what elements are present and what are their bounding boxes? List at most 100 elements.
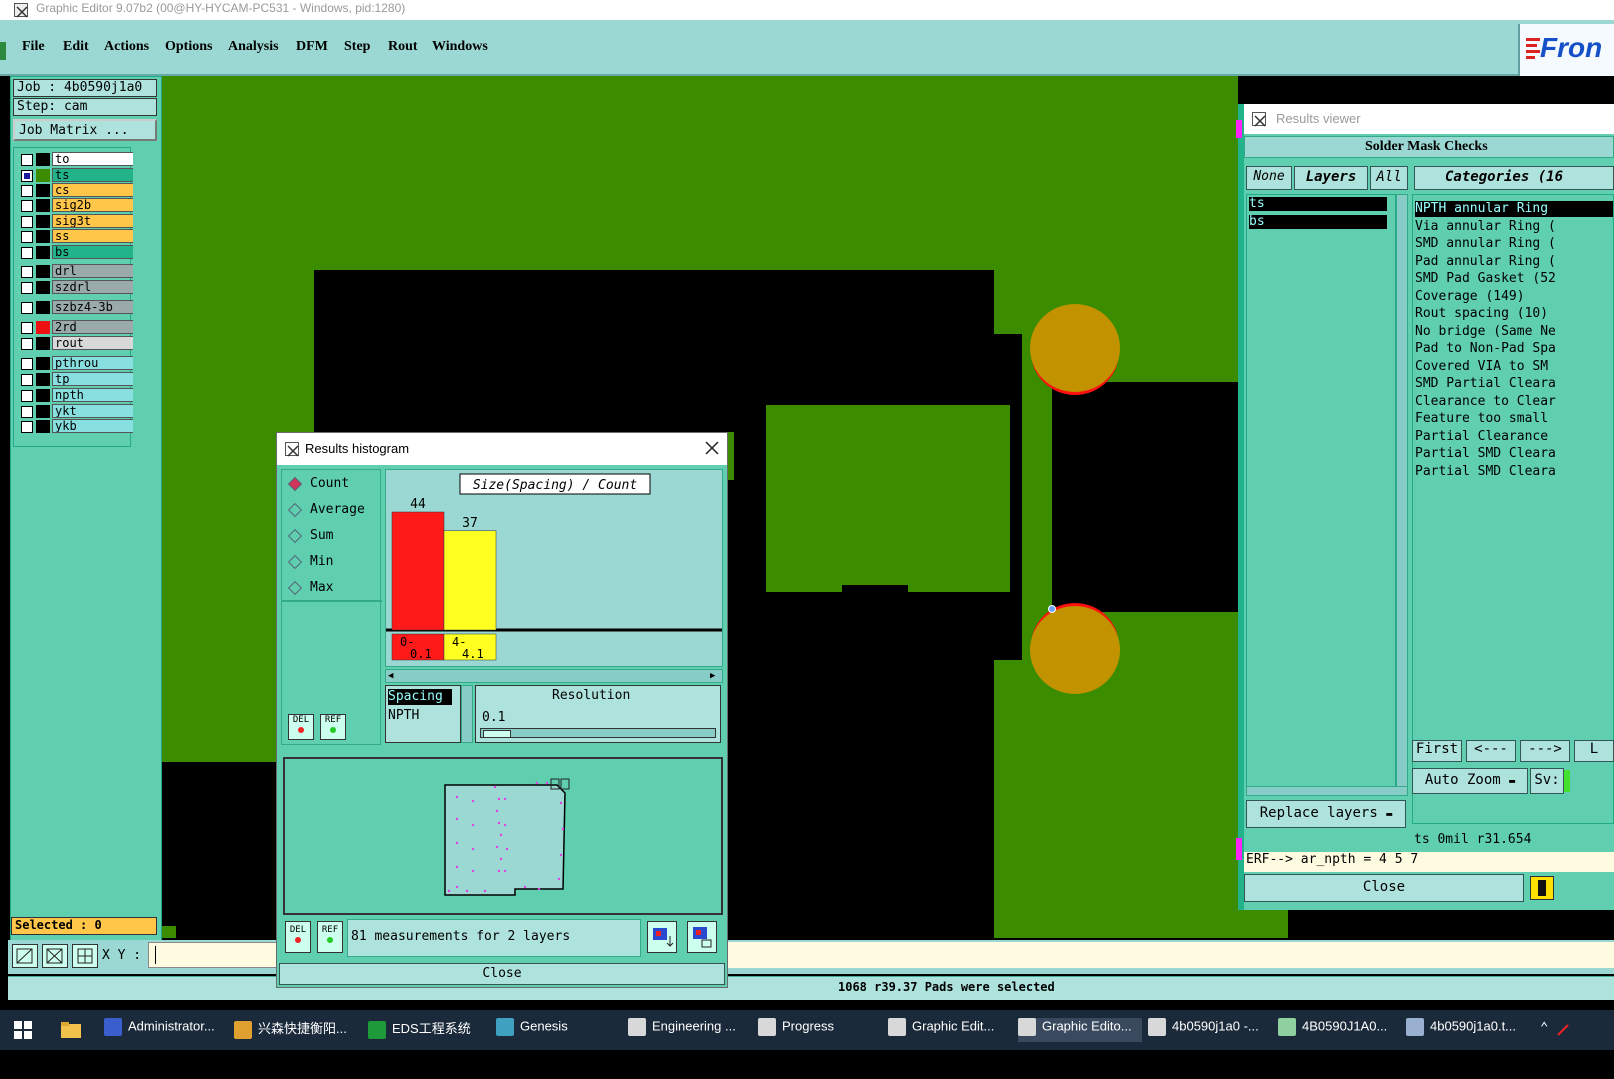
last-button[interactable]: L	[1574, 740, 1614, 762]
next-button[interactable]: --->	[1520, 740, 1570, 762]
viewer-layer-bs[interactable]: bs	[1249, 215, 1387, 229]
layer-row-tp[interactable]: tp	[14, 372, 146, 387]
layer-list-scrollbar[interactable]	[133, 147, 153, 447]
taskbar-item[interactable]: Graphic Edit...	[888, 1018, 1012, 1042]
categories-button[interactable]: Categories (16	[1414, 166, 1614, 190]
radio-diamond-icon[interactable]	[287, 502, 303, 517]
layer-checkbox[interactable]	[21, 247, 33, 259]
layer-row-rout[interactable]: rout	[14, 336, 146, 351]
category-item[interactable]: SMD Partial Cleara	[1415, 376, 1613, 392]
network-warning-icon[interactable]	[1556, 1022, 1570, 1036]
taskbar-item[interactable]: Administrator...	[104, 1018, 228, 1042]
category-item[interactable]: Via annular Ring (	[1415, 219, 1613, 235]
first-button[interactable]: First	[1412, 740, 1462, 762]
option-min[interactable]: Min	[287, 554, 333, 569]
layer-checkbox[interactable]	[21, 266, 33, 278]
option-count[interactable]: Count	[287, 476, 349, 491]
layer-checkbox[interactable]	[21, 170, 33, 182]
layer-checkbox[interactable]	[21, 358, 33, 370]
layer-row-cs[interactable]: cs	[14, 183, 146, 198]
scroll-right-icon[interactable]: ▶	[710, 671, 720, 681]
category-item[interactable]: Partial SMD Cleara	[1415, 464, 1613, 480]
menu-windows[interactable]: Windows	[432, 39, 488, 55]
taskbar-item[interactable]: 4b0590j1a0.t...	[1406, 1018, 1530, 1042]
scroll-left-icon[interactable]: ◀	[388, 671, 398, 681]
hist-close-button[interactable]: Close	[279, 963, 725, 985]
menu-analysis[interactable]: Analysis	[228, 39, 279, 55]
job-matrix-button[interactable]: Job Matrix ...	[13, 119, 157, 141]
taskbar-item[interactable]: 兴森快捷衡阳...	[234, 1018, 358, 1042]
file-explorer-icon[interactable]	[60, 1020, 82, 1040]
category-item[interactable]: Clearance to Clear	[1415, 394, 1613, 410]
category-item[interactable]: Covered VIA to SM	[1415, 359, 1613, 375]
category-item[interactable]: Feature too small	[1415, 411, 1613, 427]
layer-row-bs[interactable]: bs	[14, 245, 146, 260]
menu-file[interactable]: File	[22, 39, 45, 55]
option-max[interactable]: Max	[287, 580, 333, 595]
npth-pad-lower[interactable]	[1030, 606, 1120, 694]
menu-edit[interactable]: Edit	[63, 39, 89, 55]
ref-icon[interactable]: REF	[320, 714, 346, 740]
layer-row-drl[interactable]: drl	[14, 264, 146, 279]
category-item[interactable]: Partial Clearance	[1415, 429, 1613, 445]
category-item[interactable]: Pad to Non-Pad Spa	[1415, 341, 1613, 357]
layer-checkbox[interactable]	[21, 231, 33, 243]
layer-row-sig3t[interactable]: sig3t	[14, 214, 146, 229]
prev-button[interactable]: <---	[1466, 740, 1516, 762]
layer-row-2rd[interactable]: 2rd	[14, 320, 146, 335]
zoom-chart-icon[interactable]	[687, 921, 717, 953]
board-preview[interactable]	[283, 757, 723, 915]
viewer-layer-scrollbar[interactable]	[1396, 194, 1408, 790]
taskbar-item[interactable]: EDS工程系统	[368, 1018, 492, 1042]
menu-rout[interactable]: Rout	[388, 39, 418, 55]
layer-row-ykb[interactable]: ykb	[14, 419, 146, 434]
resolution-slider[interactable]	[480, 728, 716, 738]
layer-checkbox[interactable]	[21, 338, 33, 350]
layer-checkbox[interactable]	[21, 374, 33, 386]
layer-row-szdrl[interactable]: szdrl	[14, 280, 146, 295]
measure-icon[interactable]	[42, 944, 68, 968]
menu-step[interactable]: Step	[344, 39, 370, 55]
ref-icon-bottom[interactable]: REF	[317, 921, 343, 953]
viewer-action-icon[interactable]	[1530, 876, 1554, 900]
npth-pad-upper[interactable]	[1030, 304, 1120, 392]
layer-row-to[interactable]: to	[14, 152, 146, 167]
layer-checkbox[interactable]	[21, 282, 33, 294]
category-item[interactable]: NPTH annular Ring	[1415, 201, 1613, 217]
category-item[interactable]: Pad annular Ring (	[1415, 254, 1613, 270]
option-average[interactable]: Average	[287, 502, 365, 517]
layer-row-ykt[interactable]: ykt	[14, 404, 146, 419]
spacing-list-scrollbar[interactable]	[461, 685, 473, 743]
radio-diamond-icon[interactable]	[287, 554, 303, 569]
close-icon[interactable]	[703, 439, 721, 457]
layer-checkbox[interactable]	[21, 421, 33, 433]
layer-checkbox[interactable]	[21, 200, 33, 212]
layer-row-ts[interactable]: ts	[14, 168, 146, 183]
layer-checkbox[interactable]	[21, 185, 33, 197]
layer-row-ss[interactable]: ss	[14, 229, 146, 244]
category-item[interactable]: No bridge (Same Ne	[1415, 324, 1613, 340]
windows-start-icon[interactable]	[14, 1021, 32, 1039]
none-button[interactable]: None	[1246, 166, 1292, 190]
chevron-up-icon[interactable]: ⌃	[1540, 1020, 1548, 1036]
layer-checkbox[interactable]	[21, 216, 33, 228]
category-item[interactable]: Coverage (149)	[1415, 289, 1613, 305]
radio-diamond-icon[interactable]	[287, 580, 303, 595]
chart-hscroll[interactable]: ◀ ▶	[385, 669, 723, 683]
del-icon[interactable]: DEL	[288, 714, 314, 740]
viewer-layer-hscroll[interactable]	[1246, 786, 1408, 796]
option-sum[interactable]: Sum	[287, 528, 333, 543]
radio-diamond-icon[interactable]	[287, 476, 303, 491]
taskbar-item[interactable]: Graphic Edito...	[1018, 1018, 1142, 1042]
command-line[interactable]	[728, 942, 1614, 968]
all-button[interactable]: All	[1370, 166, 1408, 190]
layer-checkbox[interactable]	[21, 154, 33, 166]
zoom-area-icon[interactable]	[12, 944, 38, 968]
category-item[interactable]: SMD annular Ring (	[1415, 236, 1613, 252]
del-icon-bottom[interactable]: DEL	[285, 921, 311, 953]
taskbar-item[interactable]: Engineering ...	[628, 1018, 752, 1042]
sv-field[interactable]: Sv:	[1530, 768, 1564, 794]
taskbar-item[interactable]: Genesis	[496, 1018, 620, 1042]
layer-checkbox[interactable]	[21, 406, 33, 418]
category-item[interactable]: Partial SMD Cleara	[1415, 446, 1613, 462]
